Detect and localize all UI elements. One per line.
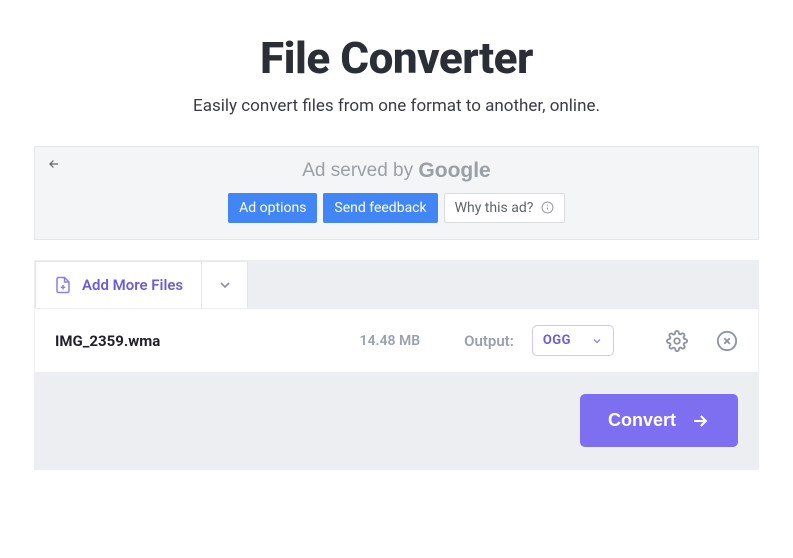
add-file-icon — [54, 276, 72, 294]
file-row: IMG_2359.wma 14.48 MB Output: OGG — [35, 308, 758, 372]
file-size: 14.48 MB — [360, 333, 421, 349]
add-files-label: Add More Files — [82, 276, 183, 294]
file-name: IMG_2359.wma — [55, 332, 346, 350]
output-label: Output: — [464, 332, 514, 350]
arrow-right-icon — [690, 411, 710, 431]
add-files-dropdown[interactable] — [202, 261, 248, 308]
chevron-down-icon — [591, 335, 603, 347]
ad-served-by: Ad served by Google — [51, 159, 742, 183]
output-format-value: OGG — [543, 333, 571, 348]
settings-button[interactable] — [666, 330, 688, 352]
ad-options-button[interactable]: Ad options — [228, 193, 317, 223]
gear-icon — [666, 330, 688, 352]
chevron-down-icon — [217, 277, 233, 293]
add-files-button[interactable]: Add More Files — [35, 261, 202, 308]
close-circle-icon — [716, 330, 738, 352]
ad-why-button[interactable]: Why this ad? — [444, 193, 565, 223]
output-format-select[interactable]: OGG — [532, 325, 614, 356]
ad-container: Ad served by Google Ad options Send feed… — [34, 146, 759, 240]
info-icon — [541, 201, 554, 214]
ad-feedback-button[interactable]: Send feedback — [323, 193, 437, 223]
ad-back-icon[interactable] — [47, 157, 61, 171]
page-title: File Converter — [20, 32, 773, 84]
converter-panel: Add More Files IMG_2359.wma 14.48 MB Out… — [34, 260, 759, 470]
page-subtitle: Easily convert files from one format to … — [20, 96, 773, 116]
convert-button[interactable]: Convert — [580, 394, 738, 447]
remove-file-button[interactable] — [716, 330, 738, 352]
convert-label: Convert — [608, 410, 676, 431]
